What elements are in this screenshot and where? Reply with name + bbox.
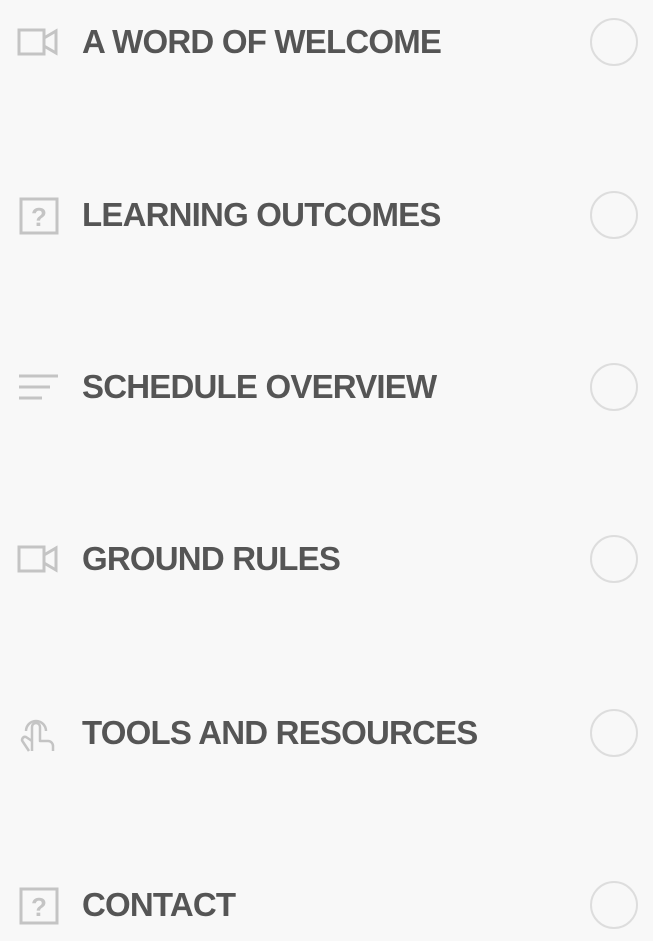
- lesson-item-tools-and-resources[interactable]: TOOLS AND RESOURCES: [0, 688, 653, 778]
- text-lines-icon: [14, 366, 64, 408]
- completion-status-circle[interactable]: [590, 881, 638, 929]
- completion-status-circle[interactable]: [590, 191, 638, 239]
- quiz-icon: ?: [14, 884, 64, 926]
- svg-text:?: ?: [31, 892, 47, 922]
- lesson-title: CONTACT: [82, 886, 236, 923]
- lesson-item-contact[interactable]: ? CONTACT: [0, 860, 653, 941]
- lesson-title: GROUND RULES: [82, 540, 341, 577]
- svg-text:?: ?: [31, 202, 47, 232]
- completion-status-circle[interactable]: [590, 709, 638, 757]
- touch-icon: [14, 712, 64, 754]
- completion-status-circle[interactable]: [590, 363, 638, 411]
- lesson-item-learning-outcomes[interactable]: ? LEARNING OUTCOMES: [0, 170, 653, 260]
- video-icon: [14, 538, 64, 580]
- completion-status-circle[interactable]: [590, 535, 638, 583]
- lesson-title: SCHEDULE OVERVIEW: [82, 368, 437, 405]
- lesson-title: LEARNING OUTCOMES: [82, 196, 441, 233]
- lesson-item-a-word-of-welcome[interactable]: A WORD OF WELCOME: [0, 0, 653, 87]
- lesson-title: TOOLS AND RESOURCES: [82, 714, 478, 751]
- quiz-icon: ?: [14, 194, 64, 236]
- video-icon: [14, 21, 64, 63]
- lesson-item-schedule-overview[interactable]: SCHEDULE OVERVIEW: [0, 342, 653, 432]
- lesson-list: A WORD OF WELCOME ? LEARNING OUTCOMES SC…: [0, 0, 653, 941]
- completion-status-circle[interactable]: [590, 18, 638, 66]
- lesson-item-ground-rules[interactable]: GROUND RULES: [0, 514, 653, 604]
- lesson-title: A WORD OF WELCOME: [82, 23, 442, 60]
